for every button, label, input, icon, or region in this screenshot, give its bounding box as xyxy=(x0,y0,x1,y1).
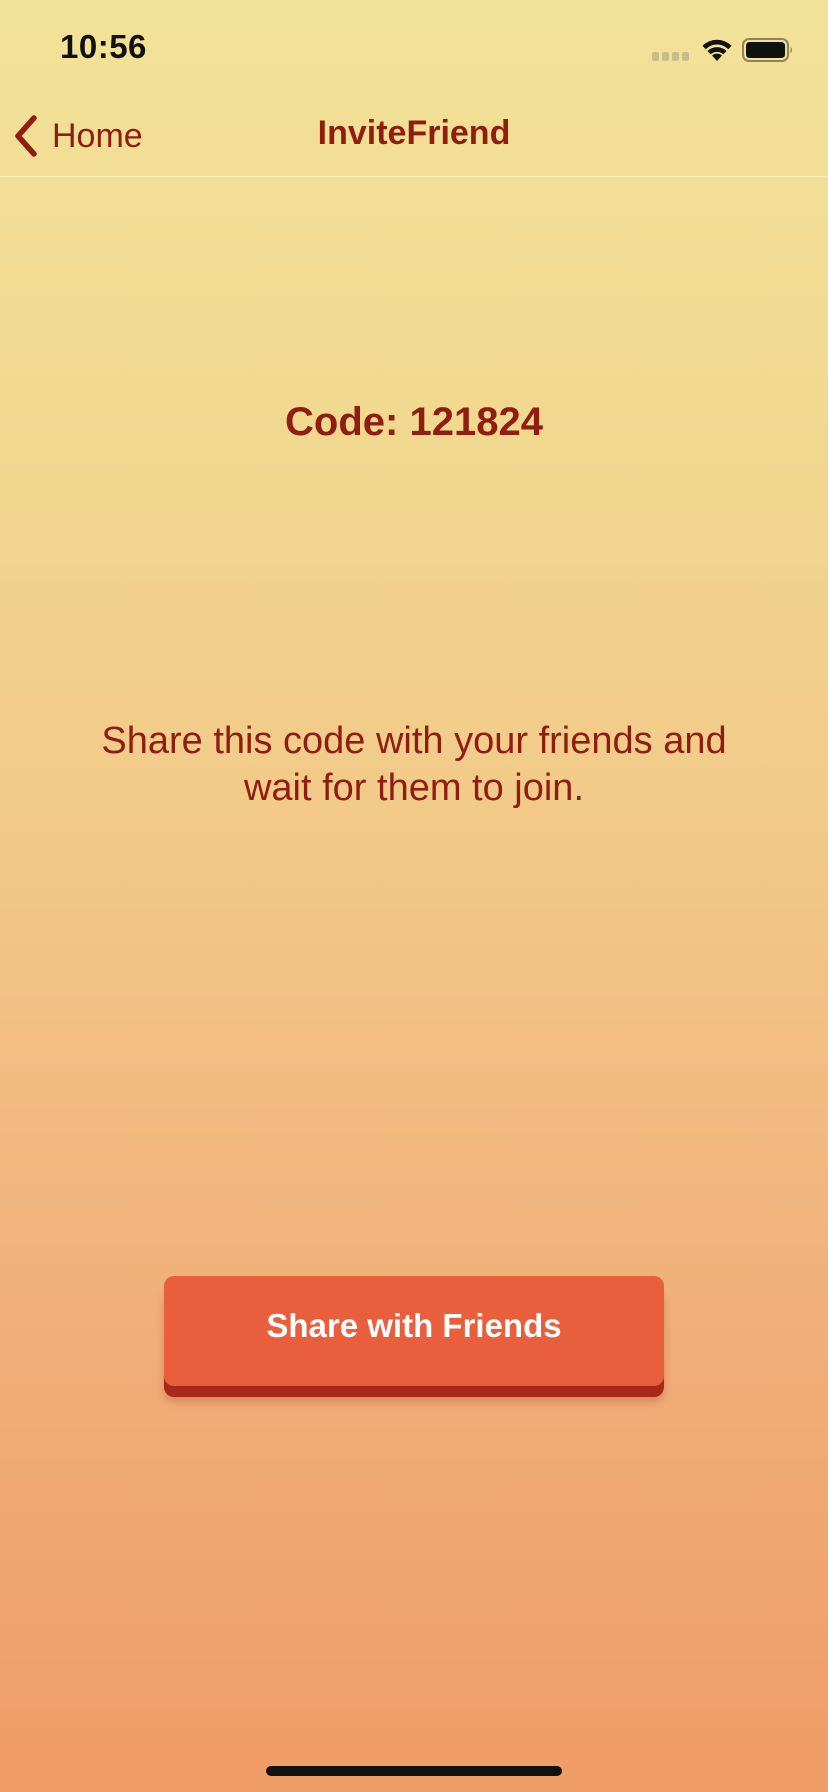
status-time: 10:56 xyxy=(60,28,147,65)
signal-icon xyxy=(652,52,690,62)
status-bar: 10:56 xyxy=(0,0,828,100)
share-button-label: Share with Friends xyxy=(266,1307,562,1344)
share-instructions: Share this code with your friends and wa… xyxy=(101,720,727,809)
invite-code: Code: 121824 xyxy=(285,400,543,444)
home-indicator[interactable] xyxy=(266,1766,562,1776)
battery-icon xyxy=(742,38,792,62)
share-with-friends-button[interactable]: Share with Friends xyxy=(164,1276,664,1386)
wifi-icon xyxy=(702,39,732,61)
navigation-bar: Home InviteFriend xyxy=(0,100,828,177)
page-title: InviteFriend xyxy=(317,114,511,152)
